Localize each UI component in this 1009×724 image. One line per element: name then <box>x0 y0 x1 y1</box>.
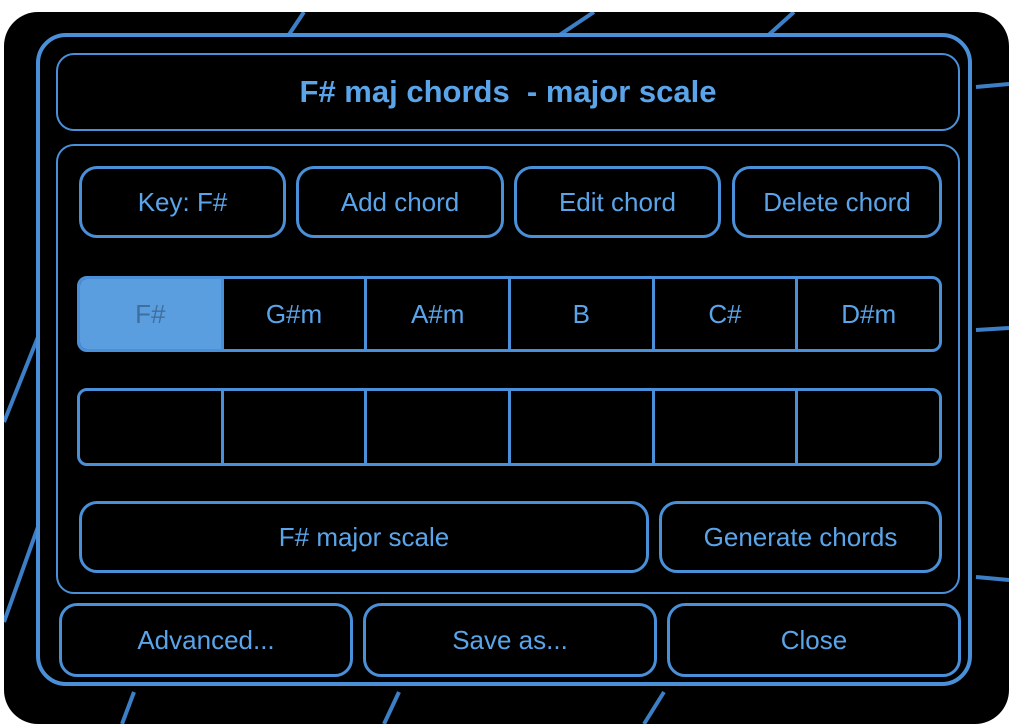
chord-slot[interactable] <box>511 391 655 463</box>
dialog-title: F# maj chords - major scale <box>56 53 960 131</box>
chord-slot-row <box>77 388 942 466</box>
chord-selector: F# G#m A#m B C# D#m <box>77 276 942 352</box>
chord-cell[interactable]: A#m <box>367 279 512 349</box>
advanced-button[interactable]: Advanced... <box>59 603 353 677</box>
key-button[interactable]: Key: F# <box>79 166 286 238</box>
chord-cell[interactable]: B <box>511 279 655 349</box>
chord-cell[interactable]: F# <box>80 279 224 349</box>
chord-slot[interactable] <box>798 391 939 463</box>
chord-cell[interactable]: G#m <box>224 279 368 349</box>
delete-chord-button[interactable]: Delete chord <box>732 166 942 238</box>
chord-slot[interactable] <box>224 391 368 463</box>
save-as-button[interactable]: Save as... <box>363 603 657 677</box>
close-button[interactable]: Close <box>667 603 961 677</box>
chord-cell[interactable]: C# <box>655 279 799 349</box>
chord-cell[interactable]: D#m <box>798 279 939 349</box>
chord-slot[interactable] <box>80 391 224 463</box>
edit-chord-button[interactable]: Edit chord <box>514 166 721 238</box>
generate-chords-button[interactable]: Generate chords <box>659 501 942 573</box>
scale-selector-button[interactable]: F# major scale <box>79 501 649 573</box>
chord-slot[interactable] <box>367 391 512 463</box>
chord-slot[interactable] <box>655 391 799 463</box>
add-chord-button[interactable]: Add chord <box>296 166 504 238</box>
